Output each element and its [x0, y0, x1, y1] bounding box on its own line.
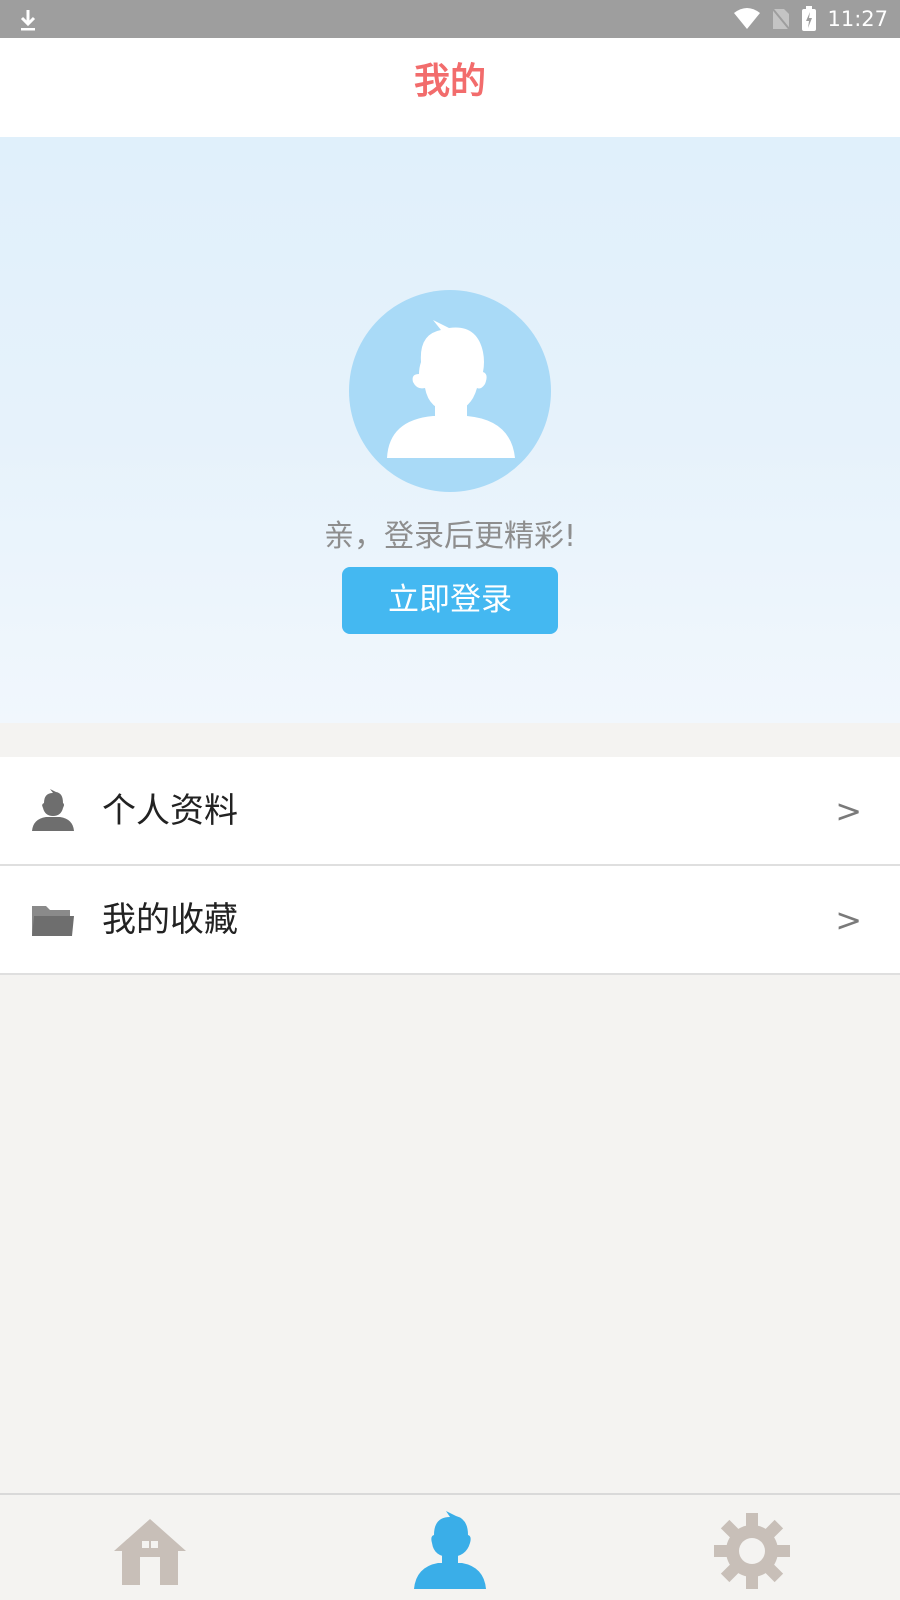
download-icon — [20, 10, 36, 31]
status-time: 11:27 — [827, 7, 888, 31]
menu-item-label: 我的收藏 — [102, 900, 238, 940]
chevron-right-icon: > — [835, 792, 862, 830]
page-title: 我的 — [413, 61, 486, 102]
no-sim-icon — [771, 7, 792, 31]
settings-icon[interactable] — [712, 1511, 792, 1591]
menu-item-favorites[interactable]: 我的收藏 > — [0, 866, 900, 975]
folder-icon — [32, 906, 74, 936]
profile-banner: 亲，登录后更精彩! 立即登录 — [0, 137, 900, 723]
bottom-nav — [0, 1493, 900, 1600]
battery-charging-icon — [802, 6, 817, 31]
menu-item-label: 个人资料 — [102, 791, 238, 831]
wifi-icon — [734, 8, 761, 29]
login-hint: 亲，登录后更精彩! — [323, 519, 577, 554]
avatar[interactable] — [349, 290, 551, 492]
menu-item-profile[interactable]: 个人资料 > — [0, 757, 900, 866]
profile-icon[interactable] — [410, 1511, 490, 1591]
menu-list: 个人资料 > 我的收藏 > — [0, 757, 900, 975]
chevron-right-icon: > — [835, 901, 862, 939]
person-icon — [32, 789, 74, 831]
login-button[interactable]: 立即登录 — [342, 567, 558, 634]
app-header: 我的 — [0, 38, 900, 137]
home-icon[interactable] — [110, 1511, 190, 1591]
status-bar: 11:27 — [0, 0, 900, 38]
status-icons: 11:27 — [733, 0, 888, 38]
user-silhouette-icon — [387, 320, 515, 458]
